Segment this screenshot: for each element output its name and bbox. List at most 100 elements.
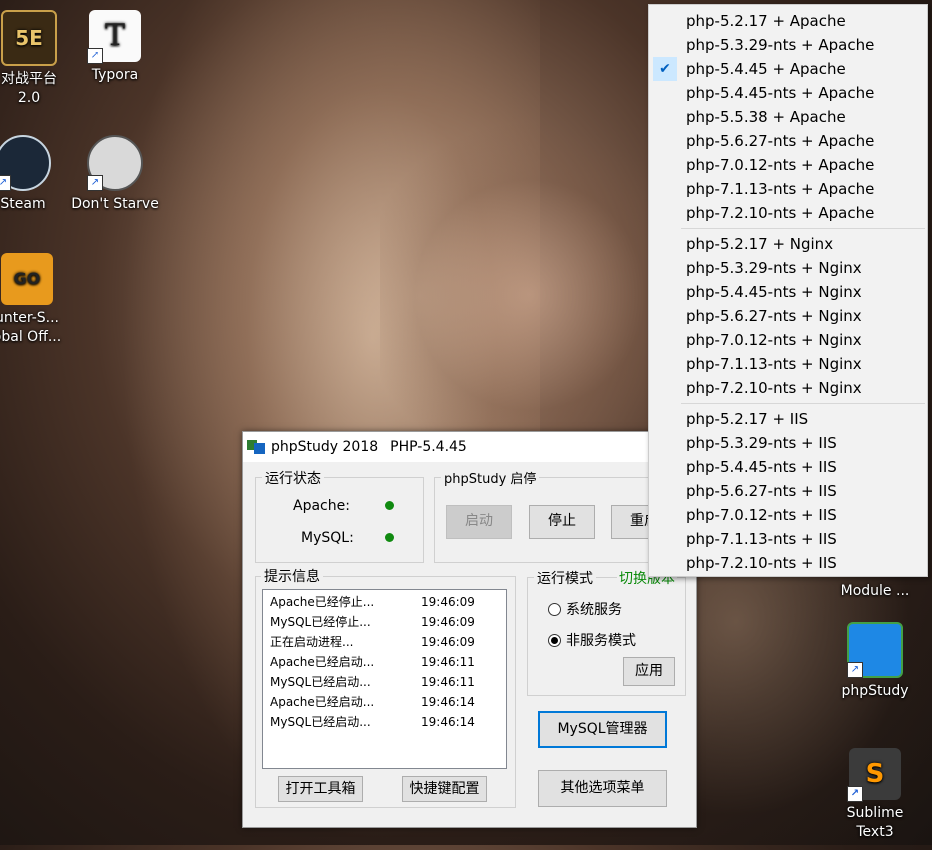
phpstudy-window: phpStudy 2018 PHP-5.4.45 运行状态 Apache: My… [242, 431, 697, 828]
desktop-icon-label: phpStudy [841, 683, 909, 699]
menu-item-iis[interactable]: php-5.6.27-nts + IIS [649, 479, 927, 503]
menu-item-label: php-5.6.27-nts + Apache [686, 132, 875, 150]
shortcut-arrow-icon: ↗ [87, 175, 103, 191]
menu-item-iis[interactable]: php-5.4.45-nts + IIS [649, 455, 927, 479]
menu-item-label: php-5.4.45-nts + Apache [686, 84, 875, 102]
menu-item-nginx[interactable]: php-7.1.13-nts + Nginx [649, 352, 927, 376]
shortcut-arrow-icon: ↗ [847, 662, 863, 678]
log-message: MySQL已经启动... [270, 715, 371, 729]
shortcut-arrow-icon: ↗ [847, 786, 863, 802]
log-row: MySQL已经停止... 19:46:09 [263, 612, 506, 632]
log-time: 19:46:11 [421, 655, 475, 669]
log-time: 19:46:09 [421, 615, 475, 629]
system-service-label: 系统服务 [566, 602, 622, 618]
stop-button[interactable]: 停止 [529, 505, 595, 539]
desktop-icon-label: Module ... [840, 583, 910, 599]
menu-item-apache[interactable]: php-5.3.29-nts + Apache [649, 33, 927, 57]
steam-icon: ↗ [0, 135, 51, 191]
desktop-icon-typora[interactable]: T ↗ Typora [70, 10, 160, 85]
menu-item-label: php-7.2.10-nts + Apache [686, 204, 875, 222]
log-row: MySQL已经启动... 19:46:14 [263, 712, 506, 732]
log-time: 19:46:11 [421, 675, 475, 689]
log-row: Apache已经停止... 19:46:09 [263, 592, 506, 612]
desktop-icon-label: Don't Starve [71, 196, 159, 212]
mysql-status-indicator [385, 533, 394, 542]
mode-group: 运行模式 切换版本 系统服务 非服务模式 应用 [527, 568, 686, 696]
menu-item-apache[interactable]: php-5.5.38 + Apache [649, 105, 927, 129]
menu-item-label: php-7.1.13-nts + Apache [686, 180, 875, 198]
open-toolbox-button[interactable]: 打开工具箱 [278, 776, 363, 802]
menu-item-label: php-5.4.45-nts + IIS [686, 458, 837, 476]
menu-item-label: php-5.6.27-nts + Nginx [686, 307, 862, 325]
menu-item-apache[interactable]: php-5.4.45-nts + Apache [649, 81, 927, 105]
log-row: MySQL已经启动... 19:46:11 [263, 672, 506, 692]
menu-item-iis[interactable]: php-5.2.17 + IIS [649, 407, 927, 431]
desktop-icon-phpstudy[interactable]: ↗ phpStudy [830, 622, 920, 701]
menu-item-nginx[interactable]: php-5.2.17 + Nginx [649, 232, 927, 256]
menu-item-iis[interactable]: php-7.1.13-nts + IIS [649, 527, 927, 551]
log-message: MySQL已经启动... [270, 675, 371, 689]
control-group-legend: phpStudy 启停 [441, 468, 540, 487]
radio-circle-selected [548, 633, 561, 647]
desktop-icon-module[interactable]: Module ... [830, 582, 920, 604]
menu-item-label: php-5.2.17 + IIS [686, 410, 809, 428]
shortcut-arrow-icon: ↗ [0, 175, 11, 191]
menu-item-apache[interactable]: php-5.2.17 + Apache [649, 9, 927, 33]
sublime-text-icon: S ↗ [847, 748, 901, 802]
menu-item-nginx[interactable]: php-5.6.27-nts + Nginx [649, 304, 927, 328]
title-bar[interactable]: phpStudy 2018 PHP-5.4.45 [243, 432, 696, 462]
log-message: Apache已经启动... [270, 695, 375, 709]
desktop-icon-label: Sublime Text3 [846, 805, 904, 840]
system-service-radio[interactable]: 系统服务 [548, 599, 622, 619]
php-version-label: PHP-5.4.45 [390, 439, 467, 455]
dont-starve-icon: ↗ [87, 135, 143, 191]
desktop-icon-steam[interactable]: ↗ Steam [0, 135, 68, 214]
desktop-icon-dont-starve[interactable]: ↗ Don't Starve [70, 135, 160, 214]
menu-separator [681, 403, 925, 404]
desktop-icon-csgo[interactable]: GO unter-S... obal Off... [0, 253, 72, 347]
other-options-menu-button[interactable]: 其他选项菜单 [538, 770, 667, 807]
desktop-icon-label: Typora [91, 67, 139, 83]
mysql-manager-button[interactable]: MySQL管理器 [538, 711, 667, 748]
menu-item-nginx[interactable]: php-5.4.45-nts + Nginx [649, 280, 927, 304]
menu-item-iis[interactable]: php-7.2.10-nts + IIS [649, 551, 927, 575]
log-list[interactable]: Apache已经停止... 19:46:09 MySQL已经停止... 19:4… [262, 589, 507, 769]
mode-group-legend: 运行模式 [534, 568, 596, 588]
radio-circle [548, 602, 561, 616]
menu-item-label: php-5.5.38 + Apache [686, 108, 846, 126]
menu-item-label: php-7.1.13-nts + Nginx [686, 355, 862, 373]
desktop-icon-sublime[interactable]: S ↗ Sublime Text3 [830, 748, 920, 842]
start-button[interactable]: 启动 [446, 505, 512, 539]
non-service-radio[interactable]: 非服务模式 [548, 630, 636, 650]
log-time: 19:46:14 [421, 695, 475, 709]
menu-item-iis[interactable]: php-5.3.29-nts + IIS [649, 431, 927, 455]
hotkey-config-button[interactable]: 快捷键配置 [402, 776, 487, 802]
menu-item-apache[interactable]: php-7.0.12-nts + Apache [649, 153, 927, 177]
phpstudy-app-icon [247, 438, 265, 456]
menu-item-label: php-5.3.29-nts + Nginx [686, 259, 862, 277]
log-message: MySQL已经停止... [270, 615, 371, 629]
log-message: 正在启动进程... [270, 635, 354, 649]
log-message: Apache已经启动... [270, 655, 375, 669]
checkmark-icon: ✔ [653, 57, 677, 81]
desktop-icon-5e[interactable]: 5E 对战平台 2.0 [0, 10, 74, 108]
menu-item-apache[interactable]: php-7.2.10-nts + Apache [649, 201, 927, 225]
menu-item-apache-selected[interactable]: ✔ php-5.4.45 + Apache [649, 57, 927, 81]
5e-platform-icon: 5E [1, 10, 57, 66]
desktop-icon-label: Steam [0, 196, 46, 212]
menu-item-nginx[interactable]: php-7.0.12-nts + Nginx [649, 328, 927, 352]
log-row: Apache已经启动... 19:46:14 [263, 692, 506, 712]
menu-item-nginx[interactable]: php-7.2.10-nts + Nginx [649, 376, 927, 400]
typora-icon: T ↗ [87, 10, 141, 64]
apache-label: Apache: [293, 498, 350, 514]
menu-item-label: php-7.0.12-nts + Nginx [686, 331, 862, 349]
menu-item-label: php-5.2.17 + Apache [686, 12, 846, 30]
menu-item-iis[interactable]: php-7.0.12-nts + IIS [649, 503, 927, 527]
menu-item-nginx[interactable]: php-5.3.29-nts + Nginx [649, 256, 927, 280]
apply-button[interactable]: 应用 [623, 657, 675, 686]
mysql-label: MySQL: [301, 530, 354, 546]
menu-item-apache[interactable]: php-7.1.13-nts + Apache [649, 177, 927, 201]
csgo-icon: GO [1, 253, 53, 305]
log-time: 19:46:09 [421, 595, 475, 609]
menu-item-apache[interactable]: php-5.6.27-nts + Apache [649, 129, 927, 153]
